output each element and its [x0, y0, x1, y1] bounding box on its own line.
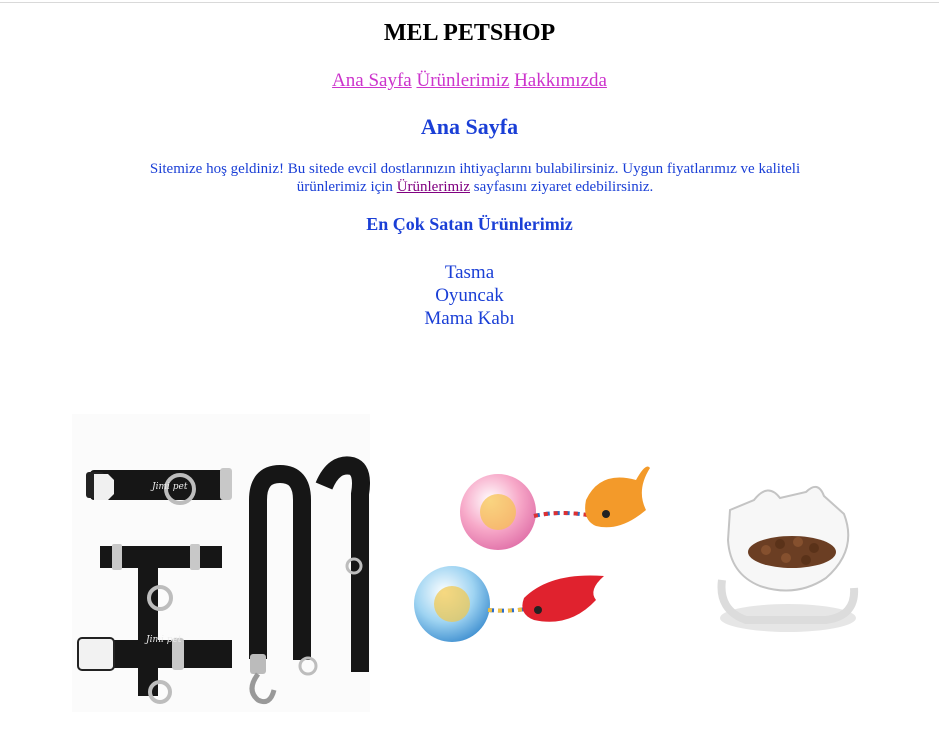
food-bowl-product-image [706, 470, 866, 640]
best-sellers-heading: En Çok Satan Ürünlerimiz [366, 214, 573, 234]
collar-brand-label: Jimi pet [150, 482, 188, 492]
intro-paragraph: Sitemize hoş geldiniz! Bu sitede evcil d… [118, 160, 832, 196]
best-sellers-list: Tasma Oyuncak Mama Kabı [0, 261, 939, 330]
nav-link-home[interactable]: Ana Sayfa [332, 70, 412, 91]
top-border [0, 2, 939, 3]
list-item: Mama Kabı [424, 308, 515, 329]
nav-link-about[interactable]: Hakkımızda [514, 70, 607, 91]
site-title: MEL PETSHOP [383, 20, 556, 46]
toy-product-image [400, 440, 670, 670]
nav-link-products[interactable]: Ürünlerimiz [416, 70, 509, 91]
intro-text-end: sayfasını ziyaret edebilirsiniz. [470, 179, 654, 195]
list-item: Oyuncak [435, 285, 504, 306]
main-nav: Ana Sayfa Ürünlerimiz Hakkımızda [0, 70, 939, 92]
intro-products-link[interactable]: Ürünlerimiz [397, 179, 470, 195]
harness-brand-label: Jimi pet [144, 635, 182, 645]
list-item: Tasma [444, 262, 495, 283]
collar-product-image: Jimi pet Jimi pet [72, 414, 370, 712]
page-heading: Ana Sayfa [420, 114, 519, 139]
